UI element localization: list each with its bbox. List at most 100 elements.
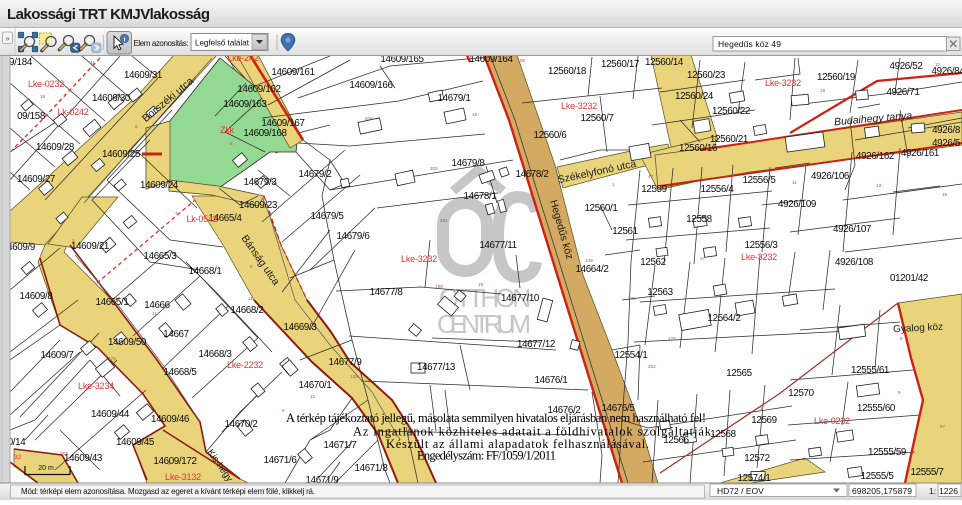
svg-text:12569: 12569 [751, 415, 777, 426]
svg-text:Lke-3232: Lke-3232 [561, 101, 597, 111]
svg-text:12562: 12562 [640, 257, 666, 268]
svg-text:1226: 1226 [939, 486, 958, 496]
svg-text:14609/8: 14609/8 [20, 291, 54, 302]
svg-text:14677/10: 14677/10 [501, 293, 540, 304]
svg-text:14679/1: 14679/1 [438, 93, 471, 104]
svg-text:Engedélyszám: FF/1059/1/2011: Engedélyszám: FF/1059/1/2011 [417, 449, 556, 463]
svg-text:50: 50 [520, 58, 526, 63]
svg-text:4926/107: 4926/107 [833, 224, 871, 235]
svg-text:19: 19 [478, 282, 484, 287]
svg-text:18: 18 [40, 94, 46, 99]
svg-text:HD72 / EOV: HD72 / EOV [717, 486, 764, 496]
svg-text:Lke-3132: Lke-3132 [165, 472, 201, 482]
svg-text:Lk-0242: Lk-0242 [57, 107, 88, 117]
svg-text:4926/71: 4926/71 [887, 87, 920, 98]
svg-text:14609/50: 14609/50 [108, 337, 147, 348]
svg-text:12564/2: 12564/2 [708, 313, 741, 324]
svg-text:14609/43: 14609/43 [64, 453, 103, 464]
svg-text:204: 204 [365, 116, 373, 121]
svg-text:12560/17: 12560/17 [601, 59, 639, 70]
svg-text:14609/161: 14609/161 [271, 67, 314, 78]
svg-text:14671/6: 14671/6 [264, 455, 298, 466]
svg-text:12556/3: 12556/3 [745, 240, 779, 251]
svg-text:»: » [5, 34, 10, 43]
svg-text:14670/1: 14670/1 [299, 380, 332, 391]
svg-text:12570: 12570 [788, 388, 814, 399]
svg-text:14669/3: 14669/3 [284, 322, 318, 333]
svg-text:14677/13: 14677/13 [417, 362, 456, 373]
svg-text:6: 6 [135, 124, 138, 129]
svg-text:199: 199 [435, 284, 443, 289]
svg-text:14609/25: 14609/25 [102, 149, 141, 160]
svg-text:12574/1: 12574/1 [738, 473, 771, 484]
svg-text:12560/18: 12560/18 [548, 66, 587, 77]
svg-text:09/158: 09/158 [17, 111, 46, 122]
svg-text:4926/108: 4926/108 [835, 257, 874, 268]
svg-text:12572: 12572 [744, 453, 770, 464]
svg-text:4926/52: 4926/52 [890, 61, 923, 72]
svg-text:14609/30: 14609/30 [92, 93, 131, 104]
svg-text:67: 67 [940, 424, 946, 429]
svg-text:14665/1: 14665/1 [96, 297, 129, 308]
svg-text:12555/61: 12555/61 [851, 365, 889, 376]
svg-text:14668/5: 14668/5 [164, 367, 198, 378]
svg-text:14678/1: 14678/1 [464, 191, 497, 202]
svg-text:14609/27: 14609/27 [17, 174, 55, 185]
svg-text:Lke-0232: Lke-0232 [814, 416, 850, 426]
svg-text:14609/28: 14609/28 [36, 142, 75, 153]
svg-text:14609/45: 14609/45 [116, 437, 155, 448]
svg-text:14676/1: 14676/1 [535, 375, 568, 386]
svg-text:14609/21: 14609/21 [71, 241, 109, 252]
svg-text:12555/60: 12555/60 [857, 403, 896, 414]
svg-text:20 m: 20 m [38, 465, 54, 472]
svg-text:17: 17 [700, 256, 706, 261]
svg-text:14668/2: 14668/2 [231, 305, 264, 316]
svg-text:14664/2: 14664/2 [576, 264, 609, 275]
svg-text:12560/22: 12560/22 [712, 106, 750, 117]
svg-text:15: 15 [942, 192, 948, 197]
svg-text:14671/7: 14671/7 [324, 440, 357, 451]
svg-text:149: 149 [585, 258, 593, 263]
svg-text:14609/168: 14609/168 [243, 128, 287, 139]
svg-text:9: 9 [250, 264, 253, 269]
svg-text:281: 281 [440, 218, 448, 223]
svg-text:12556/4: 12556/4 [701, 184, 735, 195]
svg-text:8: 8 [230, 141, 233, 146]
svg-text:12558: 12558 [686, 214, 712, 225]
svg-text:14609/46: 14609/46 [151, 414, 190, 425]
svg-text:14679/3: 14679/3 [244, 177, 278, 188]
svg-text:Mód: térképi elem azonosítása.: Mód: térképi elem azonosítása. Mozgasd a… [21, 487, 315, 496]
svg-text:12560/1: 12560/1 [585, 203, 618, 214]
svg-text:12554/1: 12554/1 [615, 350, 648, 361]
svg-text:14609/163: 14609/163 [223, 99, 267, 110]
svg-text:14679/2: 14679/2 [299, 169, 332, 180]
svg-text:249: 249 [628, 296, 636, 301]
svg-text:8: 8 [900, 336, 903, 341]
svg-text:4926/161: 4926/161 [901, 148, 939, 159]
svg-text:Zkk: Zkk [220, 125, 235, 135]
svg-text:14679/8: 14679/8 [452, 158, 486, 169]
svg-text:4926/106: 4926/106 [811, 171, 850, 182]
svg-text:175: 175 [108, 356, 116, 361]
svg-text:12556/5: 12556/5 [743, 175, 777, 186]
svg-text:1:: 1: [929, 486, 936, 496]
svg-text:Lke-3234: Lke-3234 [78, 381, 114, 391]
svg-text:698205,175879: 698205,175879 [852, 486, 912, 496]
svg-text:12560/23: 12560/23 [687, 70, 726, 81]
svg-text:14609/23: 14609/23 [239, 200, 278, 211]
svg-text:4926/109: 4926/109 [778, 199, 816, 210]
svg-text:12560/14: 12560/14 [645, 57, 684, 68]
svg-text:4926/162: 4926/162 [856, 151, 894, 162]
svg-text:13: 13 [876, 183, 882, 188]
svg-text:Legfelső találat: Legfelső találat [195, 39, 250, 48]
svg-text:32: 32 [14, 454, 22, 461]
svg-text:14609/162: 14609/162 [237, 84, 280, 95]
svg-text:14677/9: 14677/9 [329, 357, 362, 368]
svg-text:Lke-2232: Lke-2232 [227, 360, 263, 370]
svg-text:14677/8: 14677/8 [370, 287, 404, 298]
svg-text:Hegedűs köz 49: Hegedűs köz 49 [718, 39, 781, 49]
svg-text:14670/2: 14670/2 [225, 419, 258, 430]
svg-text:9: 9 [898, 390, 901, 395]
svg-text:12: 12 [310, 394, 316, 399]
svg-text:12561: 12561 [612, 226, 638, 237]
